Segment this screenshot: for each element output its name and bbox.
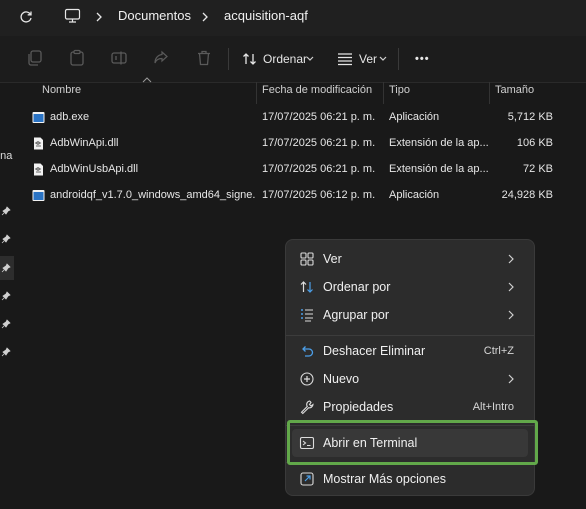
view-button[interactable]: Ver xyxy=(359,50,377,68)
menu-item-properties[interactable]: Propiedades Alt+Intro xyxy=(292,393,528,421)
file-row[interactable]: AdbWinApi.dll 17/07/2025 06:21 p. m. Ext… xyxy=(28,133,558,159)
file-type: Aplicación xyxy=(389,111,440,123)
sort-button[interactable]: Ordenar xyxy=(263,50,307,68)
file-date: 17/07/2025 06:21 p. m. xyxy=(262,111,376,123)
pin-icon xyxy=(1,291,11,301)
see-more-button[interactable]: ••• xyxy=(415,50,430,68)
more-options-icon xyxy=(300,472,314,486)
breadcrumb-documentos[interactable]: Documentos xyxy=(118,0,191,36)
dll-file-icon xyxy=(34,163,43,176)
view-lines-icon[interactable] xyxy=(337,52,353,66)
chevron-right-icon xyxy=(508,310,514,320)
file-date: 17/07/2025 06:21 p. m. xyxy=(262,163,376,175)
menu-item-new[interactable]: Nuevo xyxy=(292,365,528,393)
chevron-right-icon xyxy=(96,12,102,22)
column-type[interactable]: Tipo xyxy=(383,82,489,106)
chevron-right-icon xyxy=(202,12,208,22)
menu-item-label: Propiedades xyxy=(323,400,394,414)
sort-icon xyxy=(300,281,313,293)
address-bar: Documentos acquisition-aqf xyxy=(0,0,586,36)
menu-item-sort-by[interactable]: Ordenar por xyxy=(292,273,528,301)
file-date: 17/07/2025 06:12 p. m. xyxy=(262,189,376,201)
file-date: 17/07/2025 06:21 p. m. xyxy=(262,137,376,149)
rename-icon[interactable] xyxy=(110,49,128,67)
computer-icon[interactable] xyxy=(64,8,81,24)
file-row[interactable]: adb.exe 17/07/2025 06:21 p. m. Aplicació… xyxy=(28,107,558,133)
file-size: 72 KB xyxy=(523,163,553,175)
chevron-right-icon xyxy=(508,282,514,292)
file-type: Extensión de la ap... xyxy=(389,137,489,149)
menu-item-undo-delete[interactable]: Deshacer Eliminar Ctrl+Z xyxy=(292,337,528,365)
command-bar: Ordenar Ver ••• xyxy=(0,36,586,83)
menu-item-group-by[interactable]: Agrupar por xyxy=(292,301,528,329)
column-size[interactable]: Tamaño xyxy=(489,82,569,106)
delete-icon[interactable] xyxy=(195,49,213,67)
pin-icon xyxy=(1,263,11,273)
menu-item-shortcut: Ctrl+Z xyxy=(483,345,514,357)
file-name: AdbWinUsbApi.dll xyxy=(50,163,139,175)
chevron-down-icon xyxy=(379,56,387,61)
file-size: 24,928 KB xyxy=(501,189,553,201)
file-row[interactable]: androidqf_v1.7.0_windows_amd64_signe... … xyxy=(28,185,558,211)
menu-item-label: Ordenar por xyxy=(323,280,391,294)
breadcrumb-current-folder[interactable]: acquisition-aqf xyxy=(224,0,308,36)
chevron-right-icon xyxy=(508,374,514,384)
menu-item-view[interactable]: Ver xyxy=(292,245,528,273)
pin-icon xyxy=(1,234,11,244)
file-name: adb.exe xyxy=(50,111,90,123)
column-name[interactable]: Nombre xyxy=(36,82,256,106)
grid-view-icon xyxy=(300,252,314,266)
pin-icon xyxy=(1,319,11,329)
column-date-modified[interactable]: Fecha de modificación xyxy=(256,82,383,106)
menu-item-shortcut: Alt+Intro xyxy=(472,401,514,413)
new-plus-icon xyxy=(300,372,314,386)
menu-item-label: Ver xyxy=(323,252,342,266)
menu-item-label: Deshacer Eliminar xyxy=(323,344,426,358)
chevron-down-icon xyxy=(306,56,314,61)
menu-item-label: Nuevo xyxy=(323,372,360,386)
column-header: Nombre Fecha de modificación Tipo Tamaño xyxy=(0,77,586,106)
undo-icon xyxy=(302,346,314,357)
file-name: androidqf_v1.7.0_windows_amd64_signe... xyxy=(50,189,255,201)
dll-file-icon xyxy=(34,137,43,150)
highlight-box xyxy=(287,420,538,465)
file-type: Aplicación xyxy=(389,189,440,201)
pin-icon xyxy=(1,347,11,357)
file-size: 106 KB xyxy=(516,137,553,149)
file-type: Extensión de la ap... xyxy=(389,163,489,175)
navigation-pane: ona xyxy=(0,106,14,509)
nav-item-partial-label[interactable]: ona xyxy=(0,150,12,162)
pin-icon xyxy=(1,206,11,216)
menu-item-show-more-options[interactable]: Mostrar Más opciones xyxy=(292,465,528,493)
chevron-right-icon xyxy=(508,254,514,264)
group-list-icon xyxy=(301,309,313,322)
copy-icon[interactable] xyxy=(26,49,44,67)
application-icon xyxy=(32,112,45,123)
wrench-icon xyxy=(300,400,314,415)
menu-item-label: Mostrar Más opciones xyxy=(323,472,446,486)
sort-icon[interactable] xyxy=(242,51,258,67)
file-row[interactable]: AdbWinUsbApi.dll 17/07/2025 06:21 p. m. … xyxy=(28,159,558,185)
paste-icon[interactable] xyxy=(68,49,86,67)
share-icon[interactable] xyxy=(152,49,170,67)
file-name: AdbWinApi.dll xyxy=(50,137,119,149)
application-icon xyxy=(32,190,45,201)
refresh-icon[interactable] xyxy=(18,9,34,25)
menu-item-label: Agrupar por xyxy=(323,308,390,322)
file-size: 5,712 KB xyxy=(507,111,553,123)
menu-separator xyxy=(286,335,534,336)
